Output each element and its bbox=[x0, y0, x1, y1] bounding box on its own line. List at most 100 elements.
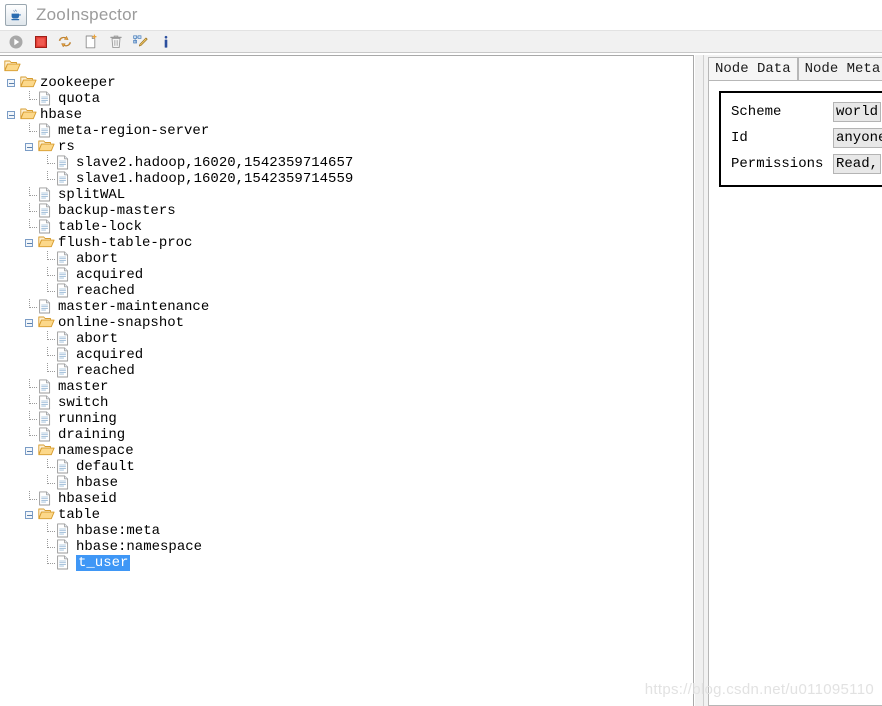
tree-node-label: slave2.hadoop,16020,1542359714657 bbox=[76, 155, 354, 171]
tab-node-data[interactable]: Node Data bbox=[708, 57, 798, 80]
tree-node[interactable]: draining bbox=[0, 427, 693, 443]
tree-node-label: reached bbox=[76, 363, 135, 379]
tree-node[interactable]: hbase bbox=[0, 107, 693, 123]
edit-node-button[interactable] bbox=[128, 31, 153, 52]
tree-node[interactable]: abort bbox=[0, 331, 693, 347]
tree-expander-collapse-icon[interactable] bbox=[22, 507, 38, 523]
tree-node[interactable]: hbase:meta bbox=[0, 523, 693, 539]
tree-node[interactable]: reached bbox=[0, 283, 693, 299]
stop-square-icon bbox=[34, 35, 47, 48]
file-document-icon bbox=[56, 363, 73, 379]
tree-node[interactable]: master bbox=[0, 379, 693, 395]
tree-node-label: meta-region-server bbox=[58, 123, 210, 139]
split-divider[interactable] bbox=[694, 55, 704, 706]
detail-tab-strip[interactable]: Node Data Node Meta bbox=[704, 55, 882, 80]
play-icon bbox=[9, 35, 22, 48]
tree-node-label: switch bbox=[58, 395, 109, 411]
tree-node[interactable]: running bbox=[0, 411, 693, 427]
tree-expander-collapse-icon[interactable] bbox=[4, 107, 20, 123]
file-document-icon bbox=[56, 251, 73, 267]
tree-connector-line bbox=[22, 427, 38, 443]
tree-node[interactable]: online-snapshot bbox=[0, 315, 693, 331]
tree-node[interactable]: table-lock bbox=[0, 219, 693, 235]
tree-node[interactable]: quota bbox=[0, 91, 693, 107]
tree-node[interactable]: abort bbox=[0, 251, 693, 267]
file-document-icon bbox=[38, 299, 55, 315]
add-node-button[interactable] bbox=[78, 31, 103, 52]
tree-node[interactable]: switch bbox=[0, 395, 693, 411]
folder-open-icon bbox=[38, 507, 55, 523]
tree-node[interactable]: namespace bbox=[0, 443, 693, 459]
tree-node-label: hbase bbox=[76, 475, 119, 491]
tree-node[interactable]: slave1.hadoop,16020,1542359714559 bbox=[0, 171, 693, 187]
tree-connector-line bbox=[40, 171, 56, 187]
tree-node[interactable]: meta-region-server bbox=[0, 123, 693, 139]
tree-expander-collapse-icon[interactable] bbox=[22, 235, 38, 251]
file-document-icon bbox=[56, 347, 73, 363]
tree-node-label: hbase:namespace bbox=[76, 539, 203, 555]
tree-node-label: splitWAL bbox=[58, 187, 126, 203]
tree-expander-collapse-icon[interactable] bbox=[4, 75, 20, 91]
file-document-icon bbox=[56, 331, 73, 347]
tree-node[interactable]: splitWAL bbox=[0, 187, 693, 203]
trash-can-icon bbox=[109, 35, 122, 48]
acl-value-field[interactable]: Read, bbox=[833, 154, 882, 174]
acl-value-field[interactable]: anyone bbox=[833, 128, 882, 148]
tree-node[interactable]: hbase bbox=[0, 475, 693, 491]
connect-button[interactable] bbox=[3, 31, 28, 52]
tree-connector-line bbox=[40, 363, 56, 379]
detail-tab-panel: Scheme world Id anyone Permissions Read, bbox=[708, 80, 882, 706]
folder-open-icon bbox=[20, 75, 37, 91]
tree-node[interactable]: default bbox=[0, 459, 693, 475]
tree-node[interactable] bbox=[0, 59, 693, 75]
tree-node[interactable]: acquired bbox=[0, 347, 693, 363]
info-i-icon bbox=[164, 35, 167, 48]
tree-node[interactable]: zookeeper bbox=[0, 75, 693, 91]
tree-node-label: table-lock bbox=[58, 219, 143, 235]
delete-node-button[interactable] bbox=[103, 31, 128, 52]
tree-node[interactable]: slave2.hadoop,16020,1542359714657 bbox=[0, 155, 693, 171]
tree-expander-collapse-icon[interactable] bbox=[22, 443, 38, 459]
file-document-icon bbox=[38, 187, 55, 203]
tree-node-label: master bbox=[58, 379, 109, 395]
tab-node-meta[interactable]: Node Meta bbox=[797, 57, 882, 80]
tree-node[interactable]: hbaseid bbox=[0, 491, 693, 507]
acl-value-field[interactable]: world bbox=[833, 102, 882, 122]
tree-connector-line bbox=[22, 299, 38, 315]
tree-connector-line bbox=[40, 283, 56, 299]
tree-node[interactable]: acquired bbox=[0, 267, 693, 283]
tree-node[interactable]: master-maintenance bbox=[0, 299, 693, 315]
tree-expander-collapse-icon[interactable] bbox=[22, 315, 38, 331]
node-tree-panel[interactable]: zookeeper quota hbase meta-region-server rs s… bbox=[0, 55, 694, 706]
tree-node[interactable]: hbase:namespace bbox=[0, 539, 693, 555]
tree-node-label: quota bbox=[58, 91, 101, 107]
tree-node[interactable]: rs bbox=[0, 139, 693, 155]
file-document-icon bbox=[56, 171, 73, 187]
tree-connector-line bbox=[40, 331, 56, 347]
tree-node[interactable]: t_user bbox=[0, 555, 693, 571]
file-document-icon bbox=[38, 491, 55, 507]
tree-node[interactable]: flush-table-proc bbox=[0, 235, 693, 251]
tree-expander-collapse-icon[interactable] bbox=[22, 139, 38, 155]
about-button[interactable] bbox=[153, 31, 178, 52]
tree-node[interactable]: backup-masters bbox=[0, 203, 693, 219]
disconnect-button[interactable] bbox=[28, 31, 53, 52]
refresh-button[interactable] bbox=[53, 31, 78, 52]
tree-node[interactable]: table bbox=[0, 507, 693, 523]
tree-connector-line bbox=[40, 347, 56, 363]
node-tree[interactable]: zookeeper quota hbase meta-region-server rs s… bbox=[0, 56, 693, 571]
node-detail-panel: Node Data Node Meta Scheme world Id anyone Pe… bbox=[704, 55, 882, 706]
tree-connector-line bbox=[40, 555, 56, 571]
tree-node-label: hbaseid bbox=[58, 491, 117, 507]
tree-node-label: acquired bbox=[76, 267, 144, 283]
tree-node[interactable]: reached bbox=[0, 363, 693, 379]
tree-node-label: running bbox=[58, 411, 117, 427]
